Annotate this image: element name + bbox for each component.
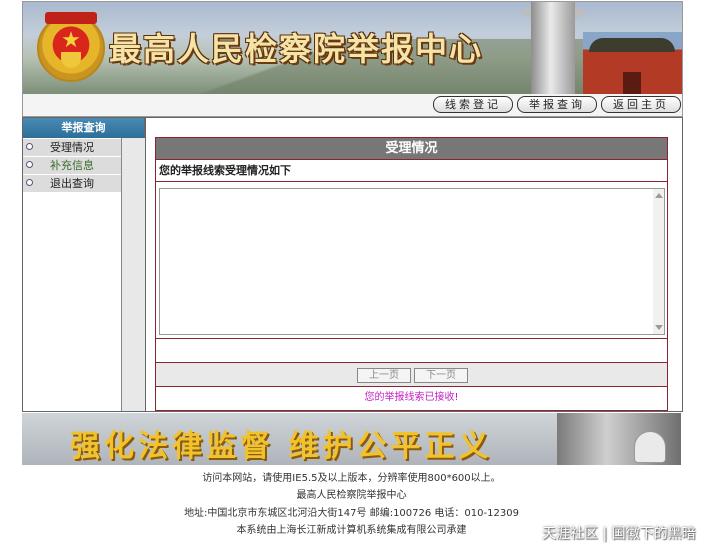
watermark: 天涯社区 | 国徽下的黑暗 xyxy=(542,526,696,542)
top-nav-bar: 线索登记 举报查询 返回主页 xyxy=(22,94,683,117)
acceptance-details-textarea[interactable] xyxy=(159,188,655,335)
sidebar-item-label: 退出查询 xyxy=(50,177,94,190)
sidebar-item-label: 受理情况 xyxy=(50,141,94,154)
procuratorate-emblem-icon: ★ xyxy=(37,12,105,82)
slogan-text: 强化法律监督 维护公平正义 xyxy=(70,429,493,464)
tiananmen-door xyxy=(623,72,641,94)
status-message: 您的举报线索已接收! xyxy=(364,392,459,403)
sidebar-item-supplementary-info[interactable]: 补充信息 xyxy=(23,157,121,175)
pagination-row: 上一页 下一页 xyxy=(156,363,667,387)
sidebar-item-acceptance-status[interactable]: 受理情况 xyxy=(23,139,121,157)
emblem-shield xyxy=(61,52,81,68)
tiananmen-roof xyxy=(589,38,675,52)
footer-address: 地址:中国北京市东城区北河沿大街147号 邮编:100726 电话：010-12… xyxy=(184,508,519,519)
footer-browser-note: 访问本网站，请使用IE5.5及以上版本，分辨率使用800*600以上。 xyxy=(202,473,501,484)
sidebar-divider xyxy=(121,138,145,411)
divider xyxy=(156,338,667,339)
next-page-button[interactable]: 下一页 xyxy=(414,368,468,383)
scroll-up-arrow-icon[interactable] xyxy=(655,193,663,198)
nav-clue-register-button[interactable]: 线索登记 xyxy=(433,96,513,113)
bullet-icon xyxy=(26,179,33,186)
sidebar-item-exit-query[interactable]: 退出查询 xyxy=(23,175,121,193)
acceptance-panel: 受理情况 您的举报线索受理情况如下 上一页 下一页 您的举报线索已接收! xyxy=(155,137,668,411)
bullet-icon xyxy=(26,161,33,168)
sidebar: 举报查询 受理情况 补充信息 退出查询 xyxy=(22,117,145,412)
slogan-banner: 强化法律监督 维护公平正义 xyxy=(22,413,681,465)
textarea-scrollbar[interactable] xyxy=(653,188,665,335)
site-title: 最高人民检察院举报中心 xyxy=(109,30,484,68)
emblem-ribbon xyxy=(45,12,97,24)
stone-lion-image xyxy=(634,431,666,463)
emblem-star-icon: ★ xyxy=(61,28,81,53)
panel-subtitle: 您的举报线索受理情况如下 xyxy=(156,160,667,182)
tiananmen-image xyxy=(583,32,682,94)
scroll-down-arrow-icon[interactable] xyxy=(655,325,663,330)
sidebar-heading: 举报查询 xyxy=(23,118,144,138)
bullet-icon xyxy=(26,143,33,150)
footer-organization: 最高人民检察院举报中心 xyxy=(296,490,407,501)
nav-home-button[interactable]: 返回主页 xyxy=(601,96,681,113)
prev-page-button[interactable]: 上一页 xyxy=(357,368,411,383)
sidebar-item-label: 补充信息 xyxy=(50,159,94,172)
huabiao-pillar-image xyxy=(531,2,575,94)
panel-title: 受理情况 xyxy=(156,138,667,160)
nav-report-query-button[interactable]: 举报查询 xyxy=(517,96,597,113)
header-banner: ★ 最高人民检察院举报中心 xyxy=(22,1,683,95)
